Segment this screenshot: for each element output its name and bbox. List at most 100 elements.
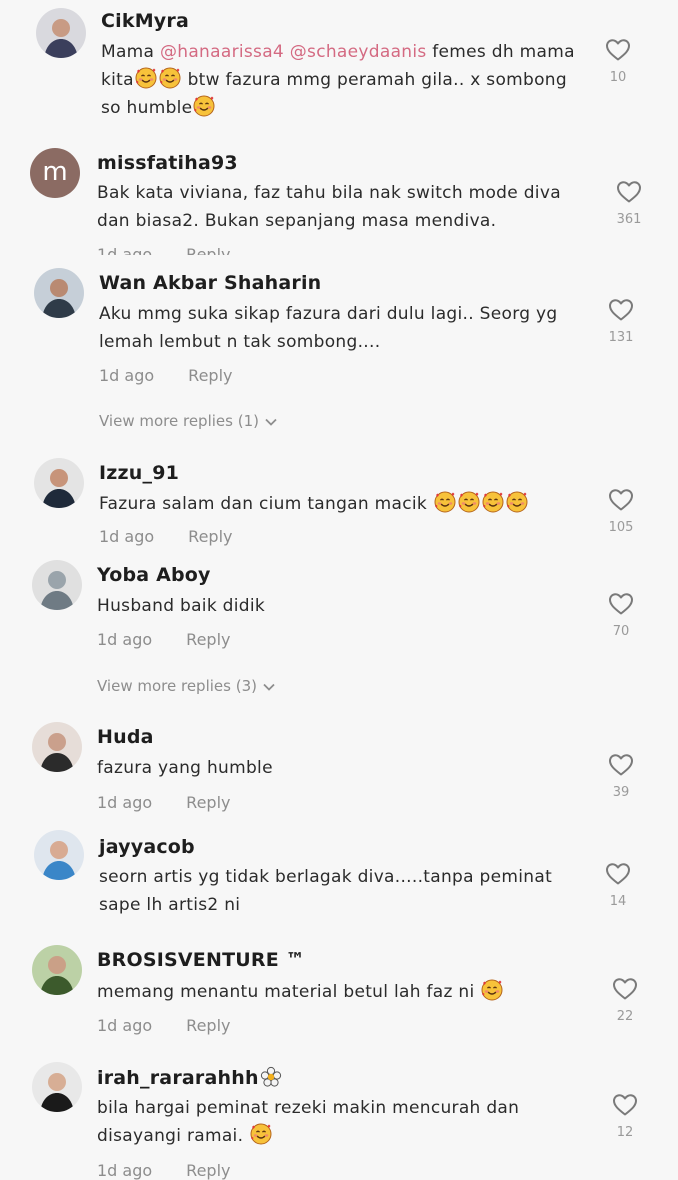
avatar[interactable] [32,1062,82,1112]
mention-link[interactable]: @hanaarissa4 [160,42,284,62]
comment-meta: 1d ago Reply [97,630,230,649]
username[interactable]: Yoba Aboy [97,564,211,586]
username-label: irah_rararahhh [97,1067,259,1089]
smiling-face-with-hearts-emoji-icon [193,95,215,117]
like-count: 14 [609,894,627,909]
view-more-replies-label: View more replies (3) [97,677,257,695]
comment-text-segment: Bak kata viviana, faz tahu bila nak swit… [97,183,561,231]
username[interactable]: irah_rararahhh [97,1066,283,1089]
like-count: 70 [612,624,630,639]
like-count: 12 [616,1125,634,1140]
like-button[interactable]: 131 [601,298,641,345]
heart-icon [598,38,638,62]
comment-text: Fazura salam dan cium tangan macik [99,490,589,518]
username[interactable]: BROSISVENTURE ™ [97,949,305,971]
comment-text-segment: fazura yang humble [97,758,273,778]
username-label: missfatiha93 [97,152,238,174]
reply-button[interactable]: Reply [186,245,230,255]
view-more-replies-button[interactable]: View more replies (3) [97,677,275,695]
comment-meta: 1d ago Reply [99,527,232,546]
username-label: CikMyra [101,10,189,32]
username-label: Yoba Aboy [97,564,211,586]
heart-icon [605,977,645,1001]
like-button[interactable]: 39 [601,753,641,800]
avatar[interactable] [32,560,82,610]
smiling-face-with-hearts-emoji-icon [434,491,456,513]
username[interactable]: missfatiha93 [97,152,238,174]
comment-text: bila hargai peminat rezeki makin mencura… [97,1094,587,1150]
view-more-replies-button[interactable]: View more replies (1) [99,412,277,430]
avatar[interactable] [34,268,84,318]
avatar[interactable] [32,722,82,772]
avatar[interactable]: m [30,148,80,198]
comment-text: Husband baik didik [97,592,587,620]
smiling-face-with-hearts-emoji-icon [506,491,528,513]
like-button[interactable]: 361 [609,180,649,227]
reply-button[interactable]: Reply [188,366,232,385]
comment-meta: 1d ago Reply [97,1016,230,1035]
username-label: Izzu_91 [99,462,180,484]
comment-meta: 1d ago Reply [97,1161,230,1180]
view-more-replies-label: View more replies (1) [99,412,259,430]
heart-icon [598,862,638,886]
like-button[interactable]: 10 [598,38,638,85]
comment-text-segment: seorn artis yg tidak berlagak diva.....t… [99,867,553,915]
reply-button[interactable]: Reply [186,1016,230,1035]
username[interactable]: CikMyra [101,10,189,32]
heart-icon [601,592,641,616]
username-label: Wan Akbar Shaharin [99,272,322,294]
comment-meta: 1d ago Reply [97,245,230,255]
like-button[interactable]: 105 [601,488,641,535]
comment-meta: 1d ago Reply [97,793,230,812]
comment-text: Aku mmg suka sikap fazura dari dulu lagi… [99,300,589,356]
reply-button[interactable]: Reply [186,1161,230,1180]
avatar[interactable] [34,830,84,880]
avatar[interactable] [32,945,82,995]
like-button[interactable]: 70 [601,592,641,639]
username[interactable]: Izzu_91 [99,462,179,484]
heart-icon [609,180,649,204]
avatar[interactable] [36,8,86,58]
reply-button[interactable]: Reply [186,630,230,649]
smiling-face-with-hearts-emoji-icon [159,67,181,89]
comment-text: seorn artis yg tidak berlagak diva.....t… [99,863,569,919]
timestamp: 1d ago [97,245,153,255]
like-count: 131 [608,330,634,345]
avatar[interactable] [34,458,84,508]
heart-icon [601,298,641,322]
mention-link[interactable]: @schaeydaanis [290,42,427,62]
like-count: 105 [608,520,634,535]
username[interactable]: Wan Akbar Shaharin [99,272,321,294]
smiling-face-with-hearts-emoji-icon [250,1123,272,1145]
chevron-down-icon [265,412,277,430]
username-label: jayyacob [99,836,195,858]
like-button[interactable]: 14 [598,862,638,909]
reply-button[interactable]: Reply [186,793,230,812]
like-count: 10 [609,70,627,85]
heart-icon [601,488,641,512]
username-label: BROSISVENTURE ™ [97,949,305,971]
comment-text-segment: memang menantu material betul lah faz ni [97,982,481,1002]
comment-text-segment: Aku mmg suka sikap fazura dari dulu lagi… [99,304,558,352]
username[interactable]: Huda [97,726,154,748]
like-count: 39 [612,785,630,800]
like-button[interactable]: 22 [605,977,645,1024]
username[interactable]: jayyacob [99,836,195,858]
smiling-face-with-hearts-emoji-icon [458,491,480,513]
comment-text-segment: Husband baik didik [97,596,266,616]
comment-text: Bak kata viviana, faz tahu bila nak swit… [97,179,587,235]
like-button[interactable]: 12 [605,1093,645,1140]
like-count: 361 [616,212,642,227]
comment-text: memang menantu material betul lah faz ni [97,978,587,1006]
smiling-face-with-hearts-emoji-icon [482,491,504,513]
avatar-letter: m [30,148,80,198]
timestamp: 1d ago [97,1161,153,1180]
flower-emoji-icon [260,1066,282,1088]
comment-text-segment: bila hargai peminat rezeki makin mencura… [97,1098,520,1146]
comment-text-segment: Fazura salam dan cium tangan macik [99,494,433,514]
timestamp: 1d ago [97,793,153,812]
comment-text: fazura yang humble [97,754,587,782]
username-label: Huda [97,726,154,748]
reply-button[interactable]: Reply [188,527,232,546]
timestamp: 1d ago [99,366,155,385]
